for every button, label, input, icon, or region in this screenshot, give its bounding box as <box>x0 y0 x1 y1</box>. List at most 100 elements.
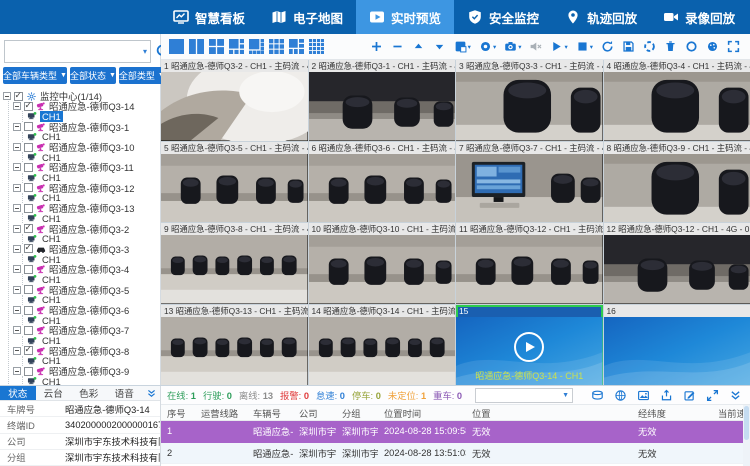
collapse-toggle-icon[interactable] <box>13 184 21 192</box>
collapse-panel-button[interactable] <box>142 386 160 400</box>
page-up-button[interactable] <box>412 40 425 53</box>
channel-label[interactable]: CH1 <box>40 376 63 385</box>
collapse-toggle-icon[interactable] <box>13 306 21 314</box>
collapse-toggle-icon[interactable] <box>13 163 21 171</box>
video-tile-16[interactable]: 16 <box>604 305 750 386</box>
video-tile-11[interactable]: 11 昭通应急-德师Q3-12 - CH1 - 主码流 - 4G - 0 ... <box>456 223 603 304</box>
remove-button[interactable] <box>391 40 404 53</box>
device-checkbox[interactable] <box>24 244 33 253</box>
snapshot-button[interactable]: ▾ <box>504 40 521 53</box>
video-tile-10[interactable]: 10 昭通应急-德师Q3-10 - CH1 - 主码流 - 4G - 0 ... <box>309 223 456 304</box>
video-area[interactable] <box>309 72 456 141</box>
nav-tab-1[interactable]: 智慧看板 <box>160 0 258 34</box>
tree-device[interactable]: 昭通应急-德师Q3-14 <box>13 101 160 111</box>
video-tile-8[interactable]: 8 昭通应急-德师Q3-9 - CH1 - 主码流 - 4G - 0 KB... <box>604 142 750 223</box>
collapse-toggle-icon[interactable] <box>13 286 21 294</box>
filter-dropdown-2[interactable]: 全部状态▼ <box>70 67 116 84</box>
video-tile-5[interactable]: 5 昭通应急-德师Q3-5 - CH1 - 主码流 - 4G - 0 K... <box>161 142 308 223</box>
column-header[interactable]: 当前速度 <box>712 406 743 420</box>
layout-2-button[interactable] <box>189 39 204 54</box>
collapse-toggle-icon[interactable] <box>13 326 21 334</box>
column-header[interactable]: 分组 <box>336 406 378 420</box>
detail-tab-3[interactable]: 色彩 <box>71 386 107 400</box>
video-tile-3[interactable]: 3 昭通应急-德师Q3-3 - CH1 - 主码流 - 4G - 0 K... <box>456 60 603 141</box>
detail-tab-4[interactable]: 语音 <box>107 386 143 400</box>
device-checkbox[interactable] <box>24 224 33 233</box>
video-area[interactable]: 昭通应急-德师Q3-14 - CH1 <box>456 317 603 386</box>
play-button[interactable] <box>514 332 544 362</box>
nav-tab-5[interactable]: 轨迹回放 <box>552 0 650 34</box>
video-area[interactable] <box>161 317 308 386</box>
column-header[interactable]: 运营线路 <box>195 406 247 420</box>
tree-device[interactable]: 昭通应急-德师Q3-10 <box>13 142 160 152</box>
add-button[interactable] <box>370 40 383 53</box>
video-area[interactable] <box>604 154 750 223</box>
vehicle-list-button[interactable] <box>591 389 604 402</box>
video-area[interactable] <box>604 72 750 141</box>
polling-button[interactable] <box>643 40 656 53</box>
export-button[interactable] <box>660 389 673 402</box>
video-tile-14[interactable]: 14 昭通应急-德师Q3-14 - CH1 - 主码流 - 4G - 3... <box>309 305 456 386</box>
tree-device[interactable]: 昭通应急-德师Q3-1 <box>13 122 160 132</box>
detail-tab-1[interactable]: 状态 <box>0 386 36 400</box>
collapse-toggle-icon[interactable] <box>13 123 21 131</box>
edit-button[interactable] <box>683 389 696 402</box>
video-tile-1[interactable]: 1 昭通应急-德师Q3-2 - CH1 - 主码流 - 4G - 0 K... <box>161 60 308 141</box>
collapse-toggle-icon[interactable] <box>13 347 21 355</box>
collapse-toggle-icon[interactable] <box>13 265 21 273</box>
video-area[interactable] <box>456 235 603 304</box>
nav-tab-4[interactable]: 安全监控 <box>454 0 552 34</box>
collapse-toggle-icon[interactable] <box>13 143 21 151</box>
video-tile-13[interactable]: 13 昭通应急-德师Q3-13 - CH1 - 主码流 - 4G - 0 ... <box>161 305 308 386</box>
globe-button[interactable] <box>614 389 627 402</box>
page-down-button[interactable] <box>433 40 446 53</box>
window-mode-button[interactable]: ▾ <box>454 40 471 53</box>
video-tile-2[interactable]: 2 昭通应急-德师Q3-1 - CH1 - 主码流 - 4G - 0 K... <box>309 60 456 141</box>
tree-device[interactable]: 昭通应急-德师Q3-13 <box>13 203 160 213</box>
collapse-toggle-icon[interactable] <box>3 92 11 100</box>
video-area[interactable] <box>161 235 308 304</box>
fullscreen-button[interactable] <box>727 40 740 53</box>
video-area[interactable] <box>604 235 750 304</box>
video-area[interactable] <box>161 154 308 223</box>
nav-tab-3[interactable]: 实时预览 <box>356 0 454 34</box>
tree-device[interactable]: 昭通应急-德师Q3-11 <box>13 162 160 172</box>
layout-16-button[interactable] <box>309 39 324 54</box>
tree-device[interactable]: 昭通应急-德师Q3-12 <box>13 183 160 193</box>
device-checkbox[interactable] <box>24 163 33 172</box>
clear-button[interactable] <box>664 40 677 53</box>
column-header[interactable]: 车辆号 <box>247 406 293 420</box>
tree-device[interactable]: 昭通应急-德师Q3-4 <box>13 264 160 274</box>
filter-dropdown-3[interactable]: 全部类型▼ <box>119 67 165 84</box>
device-checkbox[interactable] <box>24 122 33 131</box>
device-checkbox[interactable] <box>24 102 33 111</box>
video-tile-9[interactable]: 9 昭通应急-德师Q3-8 - CH1 - 主码流 - 4G - 0 K... <box>161 223 308 304</box>
chevron-double-down-button[interactable] <box>729 389 742 402</box>
device-checkbox[interactable] <box>24 346 33 355</box>
layout-1-button[interactable] <box>169 39 184 54</box>
video-tile-4[interactable]: 4 昭通应急-德师Q3-4 - CH1 - 主码流 - 4G - 0 KB... <box>604 60 750 141</box>
device-checkbox[interactable] <box>24 143 33 152</box>
video-tile-12[interactable]: 12 昭通应急-德师Q3-12 - CH1 - 4G - 0 KB/S/2... <box>604 223 750 304</box>
save-button[interactable] <box>622 40 635 53</box>
layout-6-button[interactable] <box>229 39 244 54</box>
root-checkbox[interactable] <box>14 92 23 101</box>
video-area[interactable] <box>309 317 456 386</box>
device-checkbox[interactable] <box>24 204 33 213</box>
column-header[interactable]: 公司 <box>293 406 336 420</box>
layout-4-button[interactable] <box>209 39 224 54</box>
play-all-button[interactable]: ▾ <box>550 40 567 53</box>
search-input[interactable] <box>5 41 143 62</box>
tree-device[interactable]: 昭通应急-德师Q3-9 <box>13 366 160 376</box>
column-header[interactable]: 序号 <box>161 406 195 420</box>
video-area[interactable] <box>309 235 456 304</box>
tree-device[interactable]: 昭通应急-德师Q3-2 <box>13 223 160 233</box>
device-checkbox[interactable] <box>24 326 33 335</box>
tree-device[interactable]: 昭通应急-德师Q3-8 <box>13 346 160 356</box>
vehicle-filter-select[interactable]: ▼ <box>475 388 573 403</box>
device-checkbox[interactable] <box>24 285 33 294</box>
layout-9-button[interactable] <box>269 39 284 54</box>
color-adjust-button[interactable] <box>706 40 719 53</box>
layout-8-button[interactable] <box>249 39 264 54</box>
nav-tab-6[interactable]: 录像回放 <box>650 0 748 34</box>
